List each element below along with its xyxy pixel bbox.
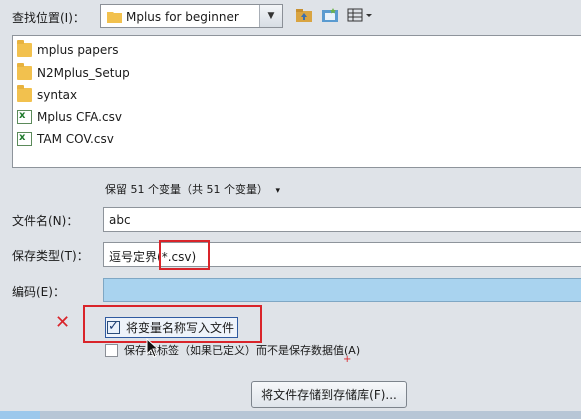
list-item[interactable]: syntax [17, 85, 78, 104]
look-in-value: Mplus for beginner [126, 10, 239, 24]
view-menu-icon[interactable] [346, 6, 374, 24]
new-folder-icon[interactable] [320, 6, 340, 24]
checkbox-unchecked-icon[interactable] [105, 343, 118, 357]
list-item-label: N2Mplus_Setup [37, 66, 130, 80]
save-value-labels-checkbox[interactable]: 保存值标签（如果已定义）而不是保存数据值(A) [105, 342, 360, 358]
list-item-label: TAM COV.csv [37, 132, 114, 146]
csv-file-icon [17, 132, 32, 146]
chevron-down-icon: ▾ [275, 186, 281, 196]
file-name-input[interactable]: abc [103, 207, 581, 232]
chevron-down-icon[interactable]: ▼ [259, 5, 282, 27]
list-item[interactable]: Mplus CFA.csv [17, 108, 122, 126]
write-variable-names-label: 将变量名称写入文件 [126, 321, 235, 335]
folder-icon [17, 85, 32, 102]
look-in-label: 查找位置(I)： [12, 11, 85, 25]
look-in-combobox[interactable]: Mplus for beginner ▼ [100, 4, 283, 28]
mouse-cursor-icon [146, 337, 160, 361]
save-to-repository-button[interactable]: 将文件存储到存储库(F)... [251, 381, 407, 408]
encoding-label: 编码(E)： [12, 285, 65, 299]
file-name-label: 文件名(N)： [12, 214, 79, 228]
folder-icon [17, 63, 32, 80]
file-list[interactable]: mplus papers N2Mplus_Setup syntax Mplus … [12, 35, 581, 168]
keep-variables-text: 保留 51 个变量（共 51 个变量） [105, 183, 268, 196]
list-item[interactable]: N2Mplus_Setup [17, 63, 130, 82]
list-item-label: syntax [37, 88, 78, 102]
csv-file-icon [17, 110, 32, 124]
list-item-label: mplus papers [37, 43, 119, 57]
bottom-strip [0, 411, 581, 419]
save-type-value: 逗号定界 [109, 250, 158, 264]
folder-icon [107, 10, 122, 26]
list-item[interactable]: TAM COV.csv [17, 130, 114, 148]
up-folder-icon[interactable] [294, 6, 314, 24]
red-plus-mark: + [343, 354, 352, 365]
keep-variables-link[interactable]: 保留 51 个变量（共 51 个变量） ▾ [105, 181, 280, 197]
checkbox-checked-icon[interactable] [107, 319, 120, 334]
encoding-select[interactable] [103, 278, 581, 302]
save-type-label: 保存类型(T)： [12, 249, 89, 263]
folder-icon [17, 40, 32, 57]
write-variable-names-checkbox[interactable]: 将变量名称写入文件 [105, 317, 239, 338]
red-x-mark: ✕ [55, 312, 71, 333]
list-item[interactable]: mplus papers [17, 40, 119, 59]
highlight-box-extension [159, 240, 210, 270]
list-item-label: Mplus CFA.csv [37, 110, 122, 124]
